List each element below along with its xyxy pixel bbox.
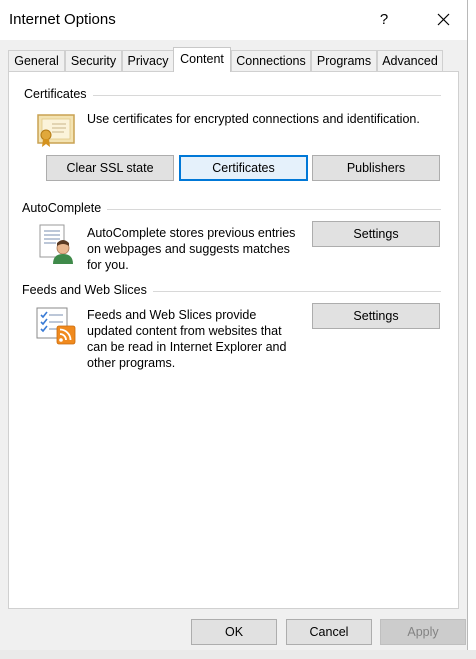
tab-security[interactable]: Security: [65, 50, 122, 71]
help-button[interactable]: ?: [368, 4, 400, 36]
tab-advanced[interactable]: Advanced: [377, 50, 443, 71]
feeds-icon: [36, 307, 76, 345]
feeds-divider: [153, 291, 441, 292]
apply-button[interactable]: Apply: [380, 619, 466, 645]
autocomplete-heading: AutoComplete: [22, 201, 108, 215]
autocomplete-description-line-3: for you.: [87, 258, 129, 272]
certificate-icon: [37, 114, 75, 147]
tab-privacy[interactable]: Privacy: [122, 50, 174, 71]
feeds-description-line-1: Feeds and Web Slices provide: [87, 308, 257, 322]
tab-strip: General Security Privacy Content Connect…: [8, 47, 460, 72]
background-bottom-edge: [0, 650, 476, 659]
feeds-settings-button[interactable]: Settings: [312, 303, 440, 329]
certificates-heading: Certificates: [24, 87, 93, 101]
tab-connections[interactable]: Connections: [231, 50, 311, 71]
background-edge: [468, 0, 476, 659]
tab-content[interactable]: Content: [173, 47, 231, 72]
feeds-description-line-3: can be read in Internet Explorer and: [87, 340, 287, 354]
window-title: Internet Options: [9, 11, 116, 28]
close-icon: [437, 13, 450, 26]
certificates-divider: [89, 95, 441, 96]
tab-programs[interactable]: Programs: [311, 50, 377, 71]
tab-general[interactable]: General: [8, 50, 65, 71]
autocomplete-description-line-1: AutoComplete stores previous entries: [87, 226, 296, 240]
feeds-heading: Feeds and Web Slices: [22, 283, 153, 297]
internet-options-dialog: Internet Options ? General Security Priv…: [0, 0, 468, 659]
feeds-description-line-2: updated content from websites that: [87, 324, 282, 338]
title-bar: Internet Options ?: [0, 0, 467, 40]
certificates-description: Use certificates for encrypted connectio…: [87, 112, 420, 126]
feeds-description-line-4: other programs.: [87, 356, 176, 370]
publishers-button[interactable]: Publishers: [312, 155, 440, 181]
autocomplete-divider: [105, 209, 441, 210]
autocomplete-description-line-2: on webpages and suggests matches: [87, 242, 290, 256]
certificates-button[interactable]: Certificates: [179, 155, 308, 181]
close-button[interactable]: [428, 4, 460, 36]
ok-button[interactable]: OK: [191, 619, 277, 645]
clear-ssl-state-button[interactable]: Clear SSL state: [46, 155, 174, 181]
autocomplete-icon: [39, 224, 73, 264]
content-tab-panel: Certificates Use certificates for encryp…: [8, 71, 459, 609]
autocomplete-settings-button[interactable]: Settings: [312, 221, 440, 247]
cancel-button[interactable]: Cancel: [286, 619, 372, 645]
